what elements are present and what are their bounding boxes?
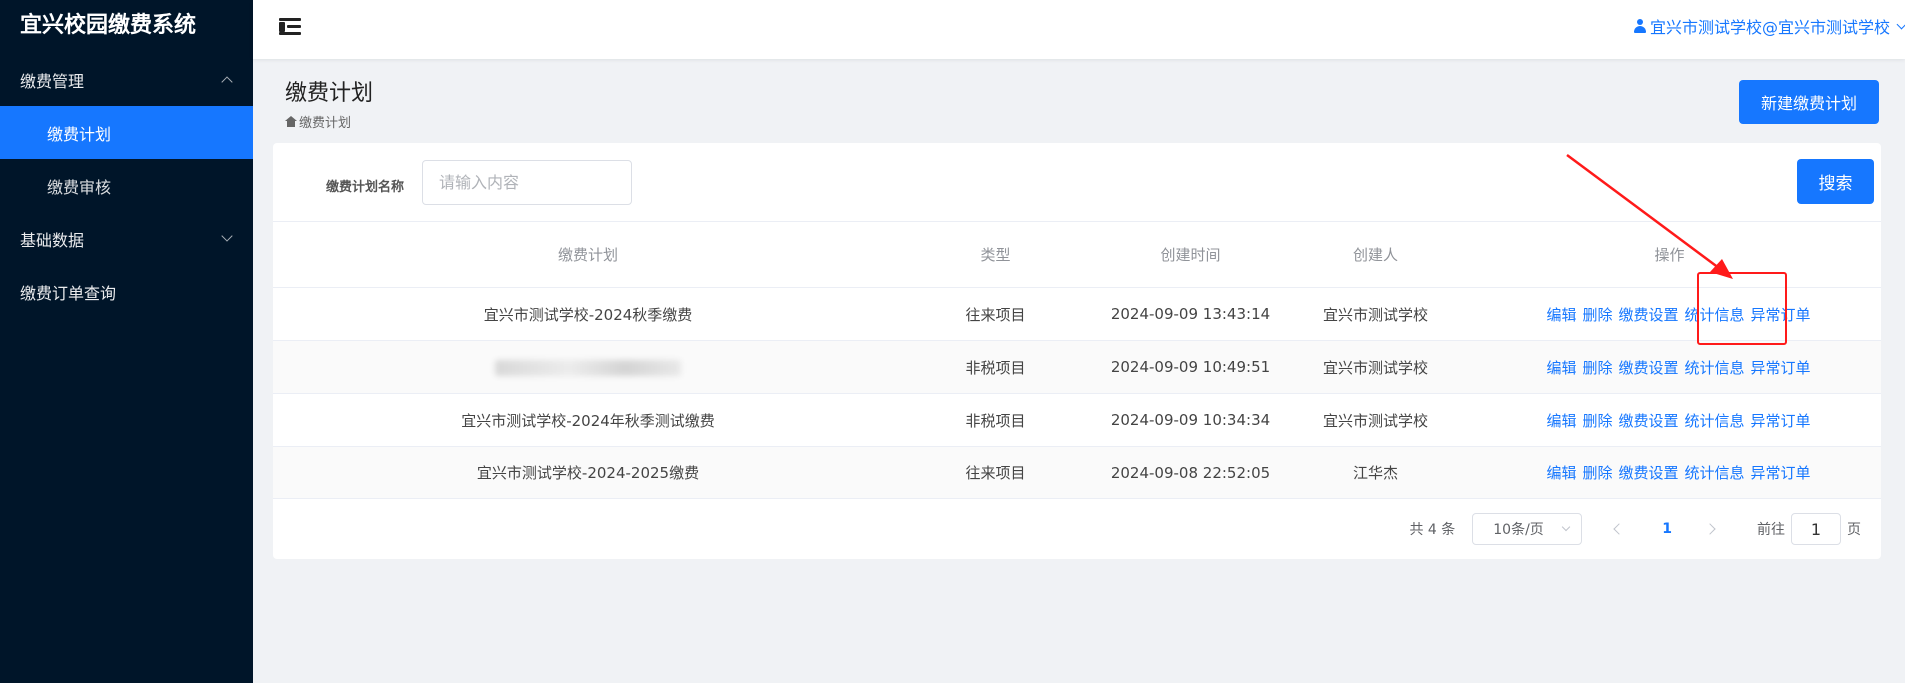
row-actions: 编辑 删除 缴费设置 统计信息 异常订单: [1458, 357, 1881, 378]
prev-page-icon[interactable]: [1613, 523, 1625, 535]
plan-type: 往来项目: [965, 464, 1026, 482]
creator: 宜兴市测试学校: [1322, 358, 1428, 377]
page-title: 缴费计划: [285, 81, 374, 106]
user-icon: [1633, 19, 1646, 33]
row-actions: 编辑 删除 缴费设置 统计信息 异常订单: [1458, 462, 1881, 483]
sidebar-item-fee-review[interactable]: 缴费审核: [0, 159, 253, 212]
chevron-down-icon: [221, 230, 233, 242]
annotation-highlight-box: [1697, 272, 1787, 345]
top-header: 宜兴市测试学校@宜兴市测试学校: [253, 0, 1905, 59]
fee-settings-link[interactable]: 缴费设置: [1618, 304, 1678, 325]
page-size-value: 10条/页: [1493, 522, 1544, 538]
row-actions: 编辑 删除 缴费设置 统计信息 异常订单: [1458, 410, 1881, 431]
goto-page-input[interactable]: [1791, 513, 1841, 545]
table-row: 非税项目 2024-09-09 10:49:51 宜兴市测试学校 编辑 删除 缴…: [273, 340, 1881, 393]
plan-type: 往来项目: [965, 305, 1026, 324]
plan-name: [273, 358, 903, 376]
total-count: 共 4 条: [1409, 522, 1456, 538]
created-time: 2024-09-08 22:52:05: [1110, 463, 1271, 482]
abnormal-orders-link[interactable]: 异常订单: [1751, 462, 1811, 483]
menu-toggle-icon[interactable]: [279, 18, 301, 36]
edit-link[interactable]: 编辑: [1546, 357, 1576, 378]
edit-link[interactable]: 编辑: [1546, 304, 1576, 325]
column-header: 操作: [1654, 246, 1685, 264]
creator: 宜兴市测试学校: [1322, 305, 1428, 324]
column-header: 类型: [980, 246, 1011, 264]
created-time: 2024-09-09 13:43:14: [1110, 305, 1271, 323]
search-button[interactable]: 搜索: [1797, 159, 1874, 204]
pagination: 共 4 条 10条/页 1 前往 页: [273, 512, 1881, 546]
sidebar-item-label: 缴费计划: [47, 124, 112, 144]
page-suffix: 页: [1847, 522, 1861, 538]
goto-label: 前往: [1757, 522, 1785, 538]
table-row: 宜兴市测试学校-2024年秋季测试缴费 非税项目 2024-09-09 10:3…: [273, 393, 1881, 446]
statistics-link[interactable]: 统计信息: [1685, 410, 1745, 431]
plan-name: 宜兴市测试学校-2024秋季缴费: [483, 305, 693, 324]
plan-name: 宜兴市测试学校-2024-2025缴费: [476, 464, 700, 482]
menu-group-basic-data[interactable]: 基础数据: [0, 212, 253, 265]
menu-group-label: 缴费管理: [20, 71, 85, 91]
delete-link[interactable]: 删除: [1582, 410, 1612, 431]
plan-type: 非税项目: [965, 358, 1026, 377]
table-row: 宜兴市测试学校-2024-2025缴费 往来项目 2024-09-08 22:5…: [273, 446, 1881, 499]
page-size-select[interactable]: 10条/页: [1472, 513, 1583, 545]
column-header: 缴费计划: [557, 246, 618, 264]
statistics-link[interactable]: 统计信息: [1685, 357, 1745, 378]
breadcrumb-item[interactable]: 缴费计划: [299, 112, 351, 131]
fee-plan-card: 缴费计划名称 搜索 缴费计划 类型 创建时间 创建人 操作 宜兴市测试学校-20…: [273, 143, 1881, 559]
table-header: 缴费计划 类型 创建时间 创建人 操作: [273, 222, 1881, 287]
sidebar: 宜兴校园缴费系统 缴费管理 缴费计划 缴费审核 基础数据 缴费订单查询: [0, 0, 253, 683]
next-page-icon[interactable]: [1704, 523, 1716, 535]
statistics-link[interactable]: 统计信息: [1685, 462, 1745, 483]
sidebar-item-fee-plan[interactable]: 缴费计划: [0, 106, 253, 159]
fee-settings-link[interactable]: 缴费设置: [1618, 410, 1678, 431]
edit-link[interactable]: 编辑: [1546, 462, 1576, 483]
created-time: 2024-09-09 10:49:51: [1110, 358, 1271, 376]
abnormal-orders-link[interactable]: 异常订单: [1751, 410, 1811, 431]
fee-settings-link[interactable]: 缴费设置: [1618, 462, 1678, 483]
new-fee-plan-button[interactable]: 新建缴费计划: [1739, 80, 1879, 124]
plan-name: 宜兴市测试学校-2024年秋季测试缴费: [461, 411, 715, 430]
chevron-down-icon: [1896, 19, 1905, 29]
delete-link[interactable]: 删除: [1582, 304, 1612, 325]
created-time: 2024-09-09 10:34:34: [1110, 411, 1271, 429]
user-name: 宜兴市测试学校@宜兴市测试学校: [1649, 18, 1890, 37]
user-menu[interactable]: 宜兴市测试学校@宜兴市测试学校: [1633, 14, 1905, 38]
plan-type: 非税项目: [965, 411, 1026, 430]
sidebar-item-order-query[interactable]: 缴费订单查询: [0, 265, 253, 318]
chevron-down-icon: [1562, 522, 1571, 532]
menu-group-label: 基础数据: [20, 230, 85, 250]
search-input[interactable]: [422, 160, 632, 205]
creator: 江华杰: [1352, 464, 1398, 482]
fee-settings-link[interactable]: 缴费设置: [1618, 357, 1678, 378]
redacted-text: [495, 359, 681, 376]
home-icon: [285, 116, 297, 127]
sidebar-item-label: 缴费审核: [47, 177, 112, 197]
search-label: 缴费计划名称: [326, 180, 405, 195]
menu-group-fee-management[interactable]: 缴费管理: [0, 53, 253, 106]
column-header: 创建人: [1352, 246, 1398, 264]
breadcrumb: 缴费计划: [285, 112, 351, 131]
delete-link[interactable]: 删除: [1582, 462, 1612, 483]
app-logo-title: 宜兴校园缴费系统: [20, 13, 197, 38]
row-actions: 编辑 删除 缴费设置 统计信息 异常订单: [1458, 304, 1881, 325]
page-number[interactable]: 1: [1662, 521, 1672, 537]
column-header: 创建时间: [1160, 246, 1221, 264]
edit-link[interactable]: 编辑: [1546, 410, 1576, 431]
creator: 宜兴市测试学校: [1322, 411, 1428, 430]
menu-group-label: 缴费订单查询: [20, 283, 117, 303]
chevron-up-icon: [221, 76, 233, 88]
abnormal-orders-link[interactable]: 异常订单: [1751, 357, 1811, 378]
table-row: 宜兴市测试学校-2024秋季缴费 往来项目 2024-09-09 13:43:1…: [273, 287, 1881, 340]
delete-link[interactable]: 删除: [1582, 357, 1612, 378]
